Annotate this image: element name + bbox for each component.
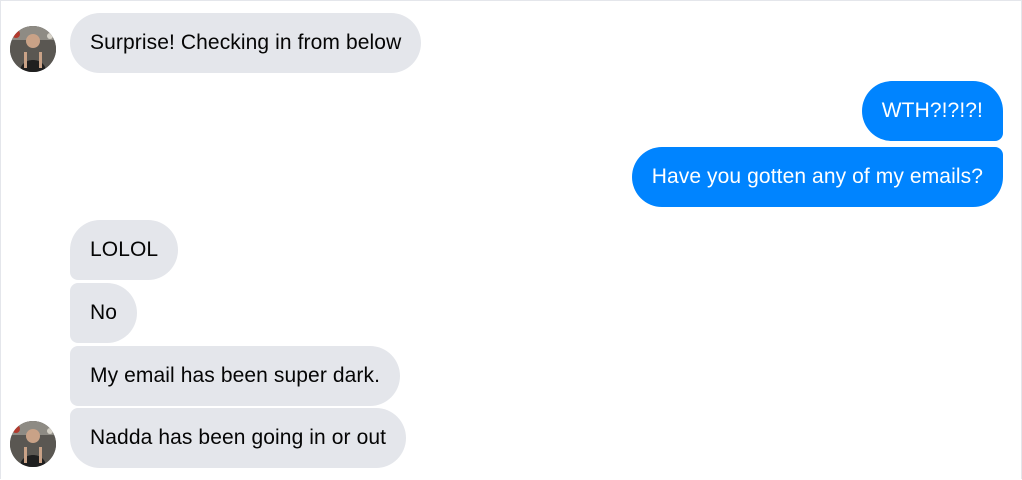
message-bubble-incoming[interactable]: Nadda has been going in or out (70, 408, 407, 468)
message-text: Have you gotten any of my emails? (651, 165, 983, 188)
message-bubble-outgoing[interactable]: Have you gotten any of my emails? (631, 147, 1003, 207)
message-text: WTH?!?!?! (881, 99, 983, 122)
contact-avatar[interactable] (10, 421, 56, 467)
message-text: Nadda has been going in or out (90, 426, 387, 449)
message-bubble-outgoing[interactable]: WTH?!?!?! (861, 81, 1003, 141)
contact-avatar[interactable] (10, 26, 56, 72)
message-text: No (90, 301, 118, 324)
message-bubble-incoming[interactable]: No (70, 283, 138, 343)
message-text: LOLOL (90, 238, 159, 261)
message-bubble-incoming[interactable]: LOLOL (70, 220, 179, 280)
message-bubble-incoming[interactable]: Surprise! Checking in from below (70, 13, 422, 73)
chat-thread: Surprise! Checking in from below WTH?!?!… (0, 0, 1022, 479)
message-text: My email has been super dark. (90, 364, 381, 387)
message-text: Surprise! Checking in from below (90, 31, 402, 54)
message-bubble-incoming[interactable]: My email has been super dark. (70, 346, 401, 406)
